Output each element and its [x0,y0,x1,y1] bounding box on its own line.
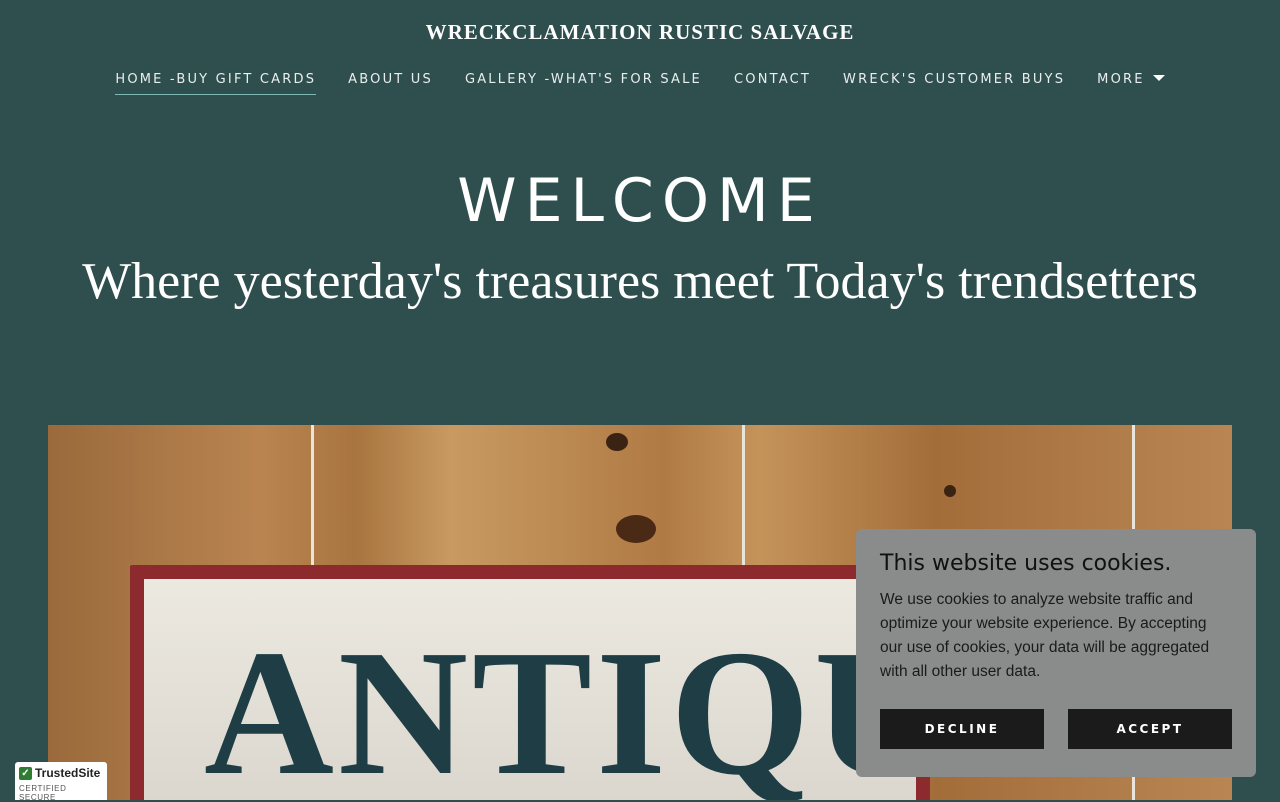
cookie-actions: DECLINE ACCEPT [880,709,1232,749]
nav-item-gallery[interactable]: GALLERY -WHAT'S FOR SALE [449,72,718,95]
nav-item-label: ABOUT US [348,72,433,87]
nav-item-label: WRECK'S CUSTOMER BUYS [843,72,1066,87]
nav-item-label: GALLERY -WHAT'S FOR SALE [464,72,702,87]
wood-knot [606,433,628,451]
cookie-banner: This website uses cookies. We use cookie… [856,529,1256,777]
nav-item-label: MORE [1097,72,1145,87]
checkmark-icon: ✓ [19,766,32,780]
nav-item-contact[interactable]: CONTACT [718,72,827,95]
main-nav: HOME -BUY GIFT CARDS ABOUT US GALLERY -W… [0,72,1280,95]
accept-button[interactable]: ACCEPT [1068,709,1232,749]
hero-heading: WELCOME [457,166,823,236]
nav-item-more[interactable]: MORE [1081,72,1181,95]
antiques-sign: ANTIQUES [130,565,1172,800]
nav-item-customer-buys[interactable]: WRECK'S CUSTOMER BUYS [827,72,1081,95]
cookie-banner-text: We use cookies to analyze website traffi… [880,591,1210,680]
nav-item-label: CONTACT [733,72,812,87]
decline-button[interactable]: DECLINE [880,709,1044,749]
nav-item-about[interactable]: ABOUT US [332,72,449,95]
trust-badge-name: TrustedSite [35,766,101,780]
nav-item-label: HOME -BUY GIFT CARDS [115,72,317,87]
cookie-banner-title: This website uses cookies. [880,551,1172,576]
caret-down-icon [1152,75,1165,81]
wood-knot [944,485,956,497]
hero-subheading: Where yesterday's treasures meet Today's… [82,253,1198,310]
nav-item-home[interactable]: HOME -BUY GIFT CARDS [99,72,332,95]
trust-badge-caption: CERTIFIED SECURE [19,784,67,802]
trustedsite-badge[interactable]: ✓ TrustedSite CERTIFIED SECURE [15,762,107,802]
wood-knot [616,515,656,543]
site-title[interactable]: WRECKCLAMATION RUSTIC SALVAGE [0,20,1280,45]
